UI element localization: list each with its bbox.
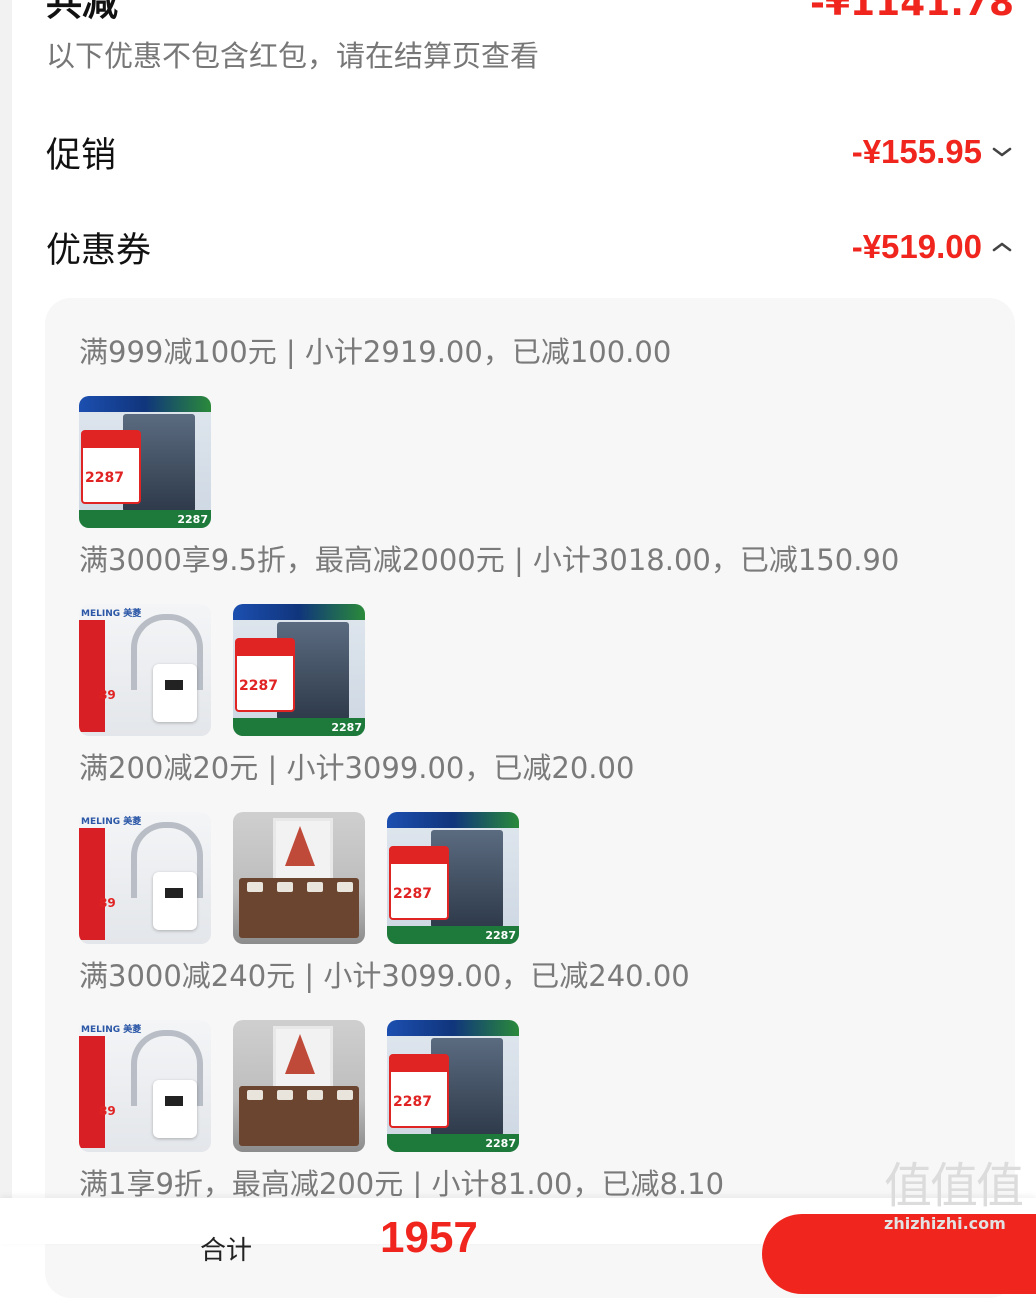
product-thumb-fridge[interactable]: 2287 2287 <box>233 604 365 736</box>
brand-banner <box>387 812 519 828</box>
coupon-amount: -¥519.00 <box>851 228 982 265</box>
display-image <box>165 1096 183 1106</box>
display-image <box>165 680 183 690</box>
total-price: 1957 <box>380 1213 478 1262</box>
coupon-products: MELING 美菱 89 2287 2287 <box>79 1020 519 1152</box>
heater-image <box>153 1080 197 1138</box>
coupon-products: 2287 2287 <box>79 396 211 528</box>
watermark-site: zhizhizhi.com <box>884 1214 1006 1233</box>
discount-note: 以下优惠不包含红包，请在结算页查看 <box>46 39 540 73</box>
brand-logo: MELING 美菱 <box>81 609 142 619</box>
brand-logo: MELING 美菱 <box>81 817 142 827</box>
bench-tuft <box>277 1090 293 1100</box>
promo-badge <box>389 1054 449 1128</box>
product-final-price: 2287 <box>485 1137 516 1150</box>
promo-badge <box>235 638 295 712</box>
promo-badge <box>81 430 141 504</box>
product-price: 89 <box>99 896 116 910</box>
product-thumb-bench[interactable] <box>233 812 365 944</box>
promo-strip <box>79 1036 105 1148</box>
heater-image <box>153 664 197 722</box>
site-watermark: 值值值 zhizhizhi.com <box>884 1162 1034 1242</box>
coupon-products: MELING 美菱 89 2287 2287 <box>79 812 519 944</box>
promo-strip <box>79 620 105 732</box>
chevron-down-icon[interactable] <box>990 140 1014 164</box>
bench-tuft <box>307 1090 323 1100</box>
product-thumb-fridge[interactable]: 2287 2287 <box>387 1020 519 1152</box>
product-price: 89 <box>99 688 116 702</box>
product-thumb-faucet[interactable]: MELING 美菱 89 <box>79 604 211 736</box>
heater-image <box>153 872 197 930</box>
coupon-details-panel: 满999减100元 | 小计2919.00，已减100.00 2287 2287… <box>45 298 1015 1298</box>
promo-strip <box>79 828 105 940</box>
product-final-price: 2287 <box>485 929 516 942</box>
tree-image <box>285 826 315 866</box>
promotion-label: 促销 <box>46 135 117 176</box>
total-discount-label: 共减 <box>46 0 119 24</box>
bench-tuft <box>247 1090 263 1100</box>
coupon-title: 满3000享9.5折，最高减2000元 | 小计3018.00，已减150.90 <box>79 543 900 577</box>
coupon-title: 满3000减240元 | 小计3099.00，已减240.00 <box>79 959 690 993</box>
coupon-label: 优惠券 <box>46 230 152 271</box>
brand-logo: MELING 美菱 <box>81 1025 142 1035</box>
coupon-value-group: -¥519.00 <box>852 228 1014 266</box>
coupon-title: 满1享9折，最高减200元 | 小计81.00，已减8.10 <box>79 1167 725 1201</box>
product-price: 2287 <box>239 678 278 694</box>
product-thumb-faucet[interactable]: MELING 美菱 89 <box>79 1020 211 1152</box>
product-final-price: 2287 <box>177 513 208 526</box>
coupon-products: MELING 美菱 89 2287 2287 <box>79 604 365 736</box>
watermark-logo: 值值值 <box>884 1158 1024 1214</box>
brand-banner <box>387 1020 519 1036</box>
coupon-title: 满999减100元 | 小计2919.00，已减100.00 <box>79 335 672 369</box>
product-price: 2287 <box>393 886 432 902</box>
total-label: 合计 <box>200 1236 253 1266</box>
bench-tuft <box>247 882 263 892</box>
product-thumb-faucet[interactable]: MELING 美菱 89 <box>79 812 211 944</box>
left-edge-strip <box>0 0 12 1244</box>
promotion-amount: -¥155.95 <box>851 133 982 170</box>
bench-tuft <box>307 882 323 892</box>
product-final-price: 2287 <box>331 721 362 734</box>
coupon-row[interactable]: 优惠券 -¥519.00 <box>46 222 1014 272</box>
product-price: 2287 <box>393 1094 432 1110</box>
brand-banner <box>233 604 365 620</box>
display-image <box>165 888 183 898</box>
promotion-value-group: -¥155.95 <box>852 133 1014 171</box>
brand-banner <box>79 396 211 412</box>
bench-tuft <box>337 1090 353 1100</box>
chevron-up-icon[interactable] <box>990 235 1014 259</box>
product-thumb-fridge[interactable]: 2287 2287 <box>387 812 519 944</box>
bench-tuft <box>337 882 353 892</box>
promotion-row[interactable]: 促销 -¥155.95 <box>46 127 1014 177</box>
product-thumb-fridge[interactable]: 2287 2287 <box>79 396 211 528</box>
product-thumb-bench[interactable] <box>233 1020 365 1152</box>
bench-tuft <box>277 882 293 892</box>
promo-badge <box>389 846 449 920</box>
product-price: 89 <box>99 1104 116 1118</box>
coupon-title: 满200减20元 | 小计3099.00，已减20.00 <box>79 751 635 785</box>
product-price: 2287 <box>85 470 124 486</box>
total-discount-amount: -¥1141.78 <box>810 0 1014 24</box>
tree-image <box>285 1034 315 1074</box>
